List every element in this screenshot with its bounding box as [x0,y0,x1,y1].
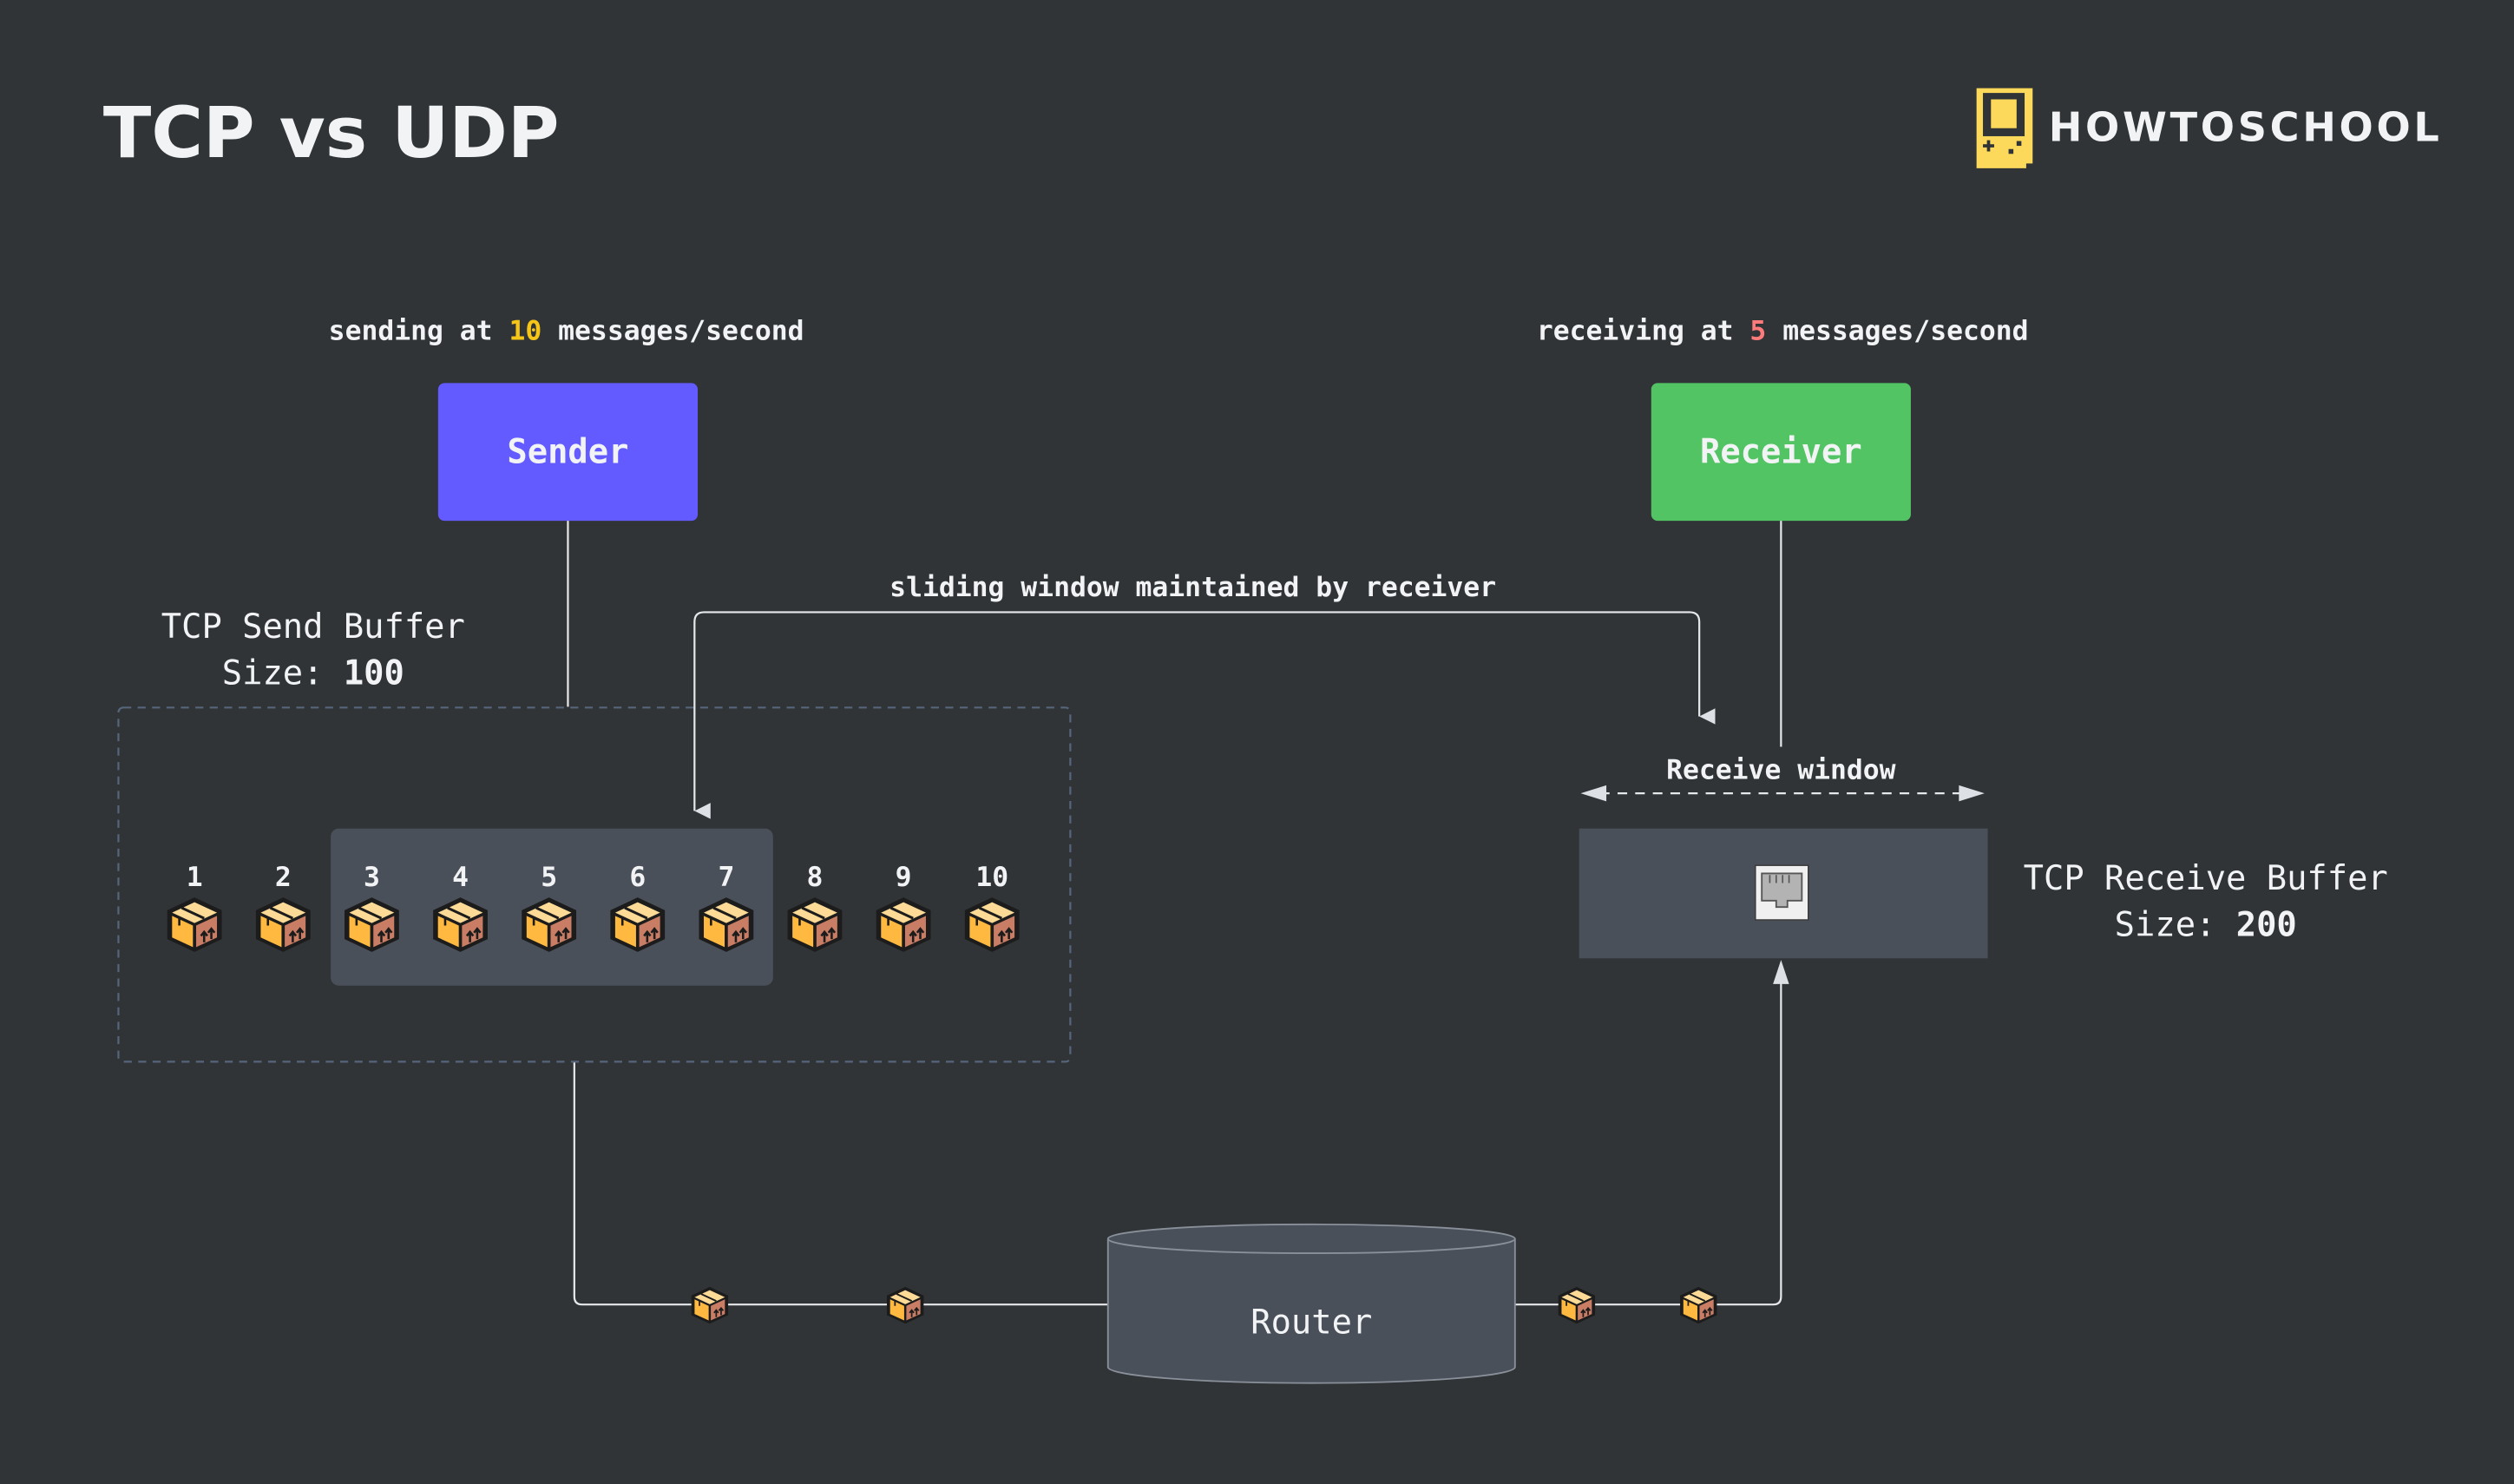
package-box-icon [166,896,224,954]
packet-number: 6 [629,862,646,893]
receiver-rate-suffix: messages/second [1766,315,2028,346]
router-to-receiver-connector [1514,981,1782,1306]
packet-item: 8 [786,862,843,954]
sender-label: Sender [507,433,628,472]
package-box-icon [1679,1285,1718,1325]
logo-text: HOWTOSCHOOL [2049,104,2443,151]
sliding-window-arrow [693,611,1716,819]
receive-buffer-size-label: Size: [2115,905,2236,944]
sender-rate-suffix: messages/second [542,315,804,346]
packet-number: 4 [452,862,469,893]
sender-node[interactable]: Sender [437,383,699,522]
receive-buffer-size-value: 200 [2236,905,2297,944]
packet-item: 9 [875,862,932,954]
arrow-left-icon [1580,785,1607,802]
package-box-icon [254,896,312,954]
receiver-label: Receiver [1700,433,1862,472]
packet-item: 10 [963,862,1021,954]
package-box-icon [963,896,1021,954]
packet-number: 10 [975,862,1008,893]
receiver-rate-prefix: receiving at [1537,315,1750,346]
receive-buffer-size: Size: 200 [2115,905,2297,944]
packet-number: 8 [807,862,824,893]
receiver-rate-label: receiving at 5 messages/second [1537,315,2029,346]
page-title: TCP vs UDP [103,93,559,174]
package-box-icon [690,1285,730,1325]
router-label: Router [1250,1303,1372,1342]
ethernet-port-icon [1755,864,1809,921]
sender-rate-value: 10 [509,315,542,346]
arrow-up-icon [1773,960,1789,984]
diagram-canvas: TCP vs UDP HOWTOSCHOOL sending at 10 mes… [103,88,2443,1384]
sender-rate-prefix: sending at [329,315,509,346]
package-box-icon [885,1285,925,1325]
receive-window-label: Receive window [1666,754,1896,785]
receiver-rate-value: 5 [1749,315,1766,346]
sliding-window-label: sliding window maintained by receiver [889,572,1496,603]
packet-number: 3 [364,862,380,893]
send-buffer-size: Size: 100 [222,654,404,693]
packet-number: 1 [187,862,203,893]
receive-window-arrow [1580,785,1985,802]
package-box-icon [1557,1285,1597,1325]
packet-item: 1 [166,862,224,954]
receive-buffer-title: TCP Receive Buffer [2024,859,2388,898]
arrow-right-icon [1959,785,1985,802]
packet-item: 2 [254,862,312,954]
router-node[interactable]: Router [1106,1223,1516,1384]
send-buffer-title: TCP Send Buffer [161,607,465,647]
logo: HOWTOSCHOOL [1976,88,2443,168]
packet-number: 9 [896,862,912,893]
package-box-icon [786,896,843,954]
receiver-node[interactable]: Receiver [1651,383,1911,522]
send-buffer-size-value: 100 [344,654,404,693]
buffer-to-router-connector [573,1062,1108,1306]
packet-number: 5 [541,862,557,893]
send-buffer-size-label: Size: [222,654,344,693]
sender-rate-label: sending at 10 messages/second [329,315,804,346]
gameboy-icon [1976,88,2033,168]
packet-number: 7 [718,862,734,893]
package-box-icon [875,896,932,954]
packet-number: 2 [275,862,292,893]
